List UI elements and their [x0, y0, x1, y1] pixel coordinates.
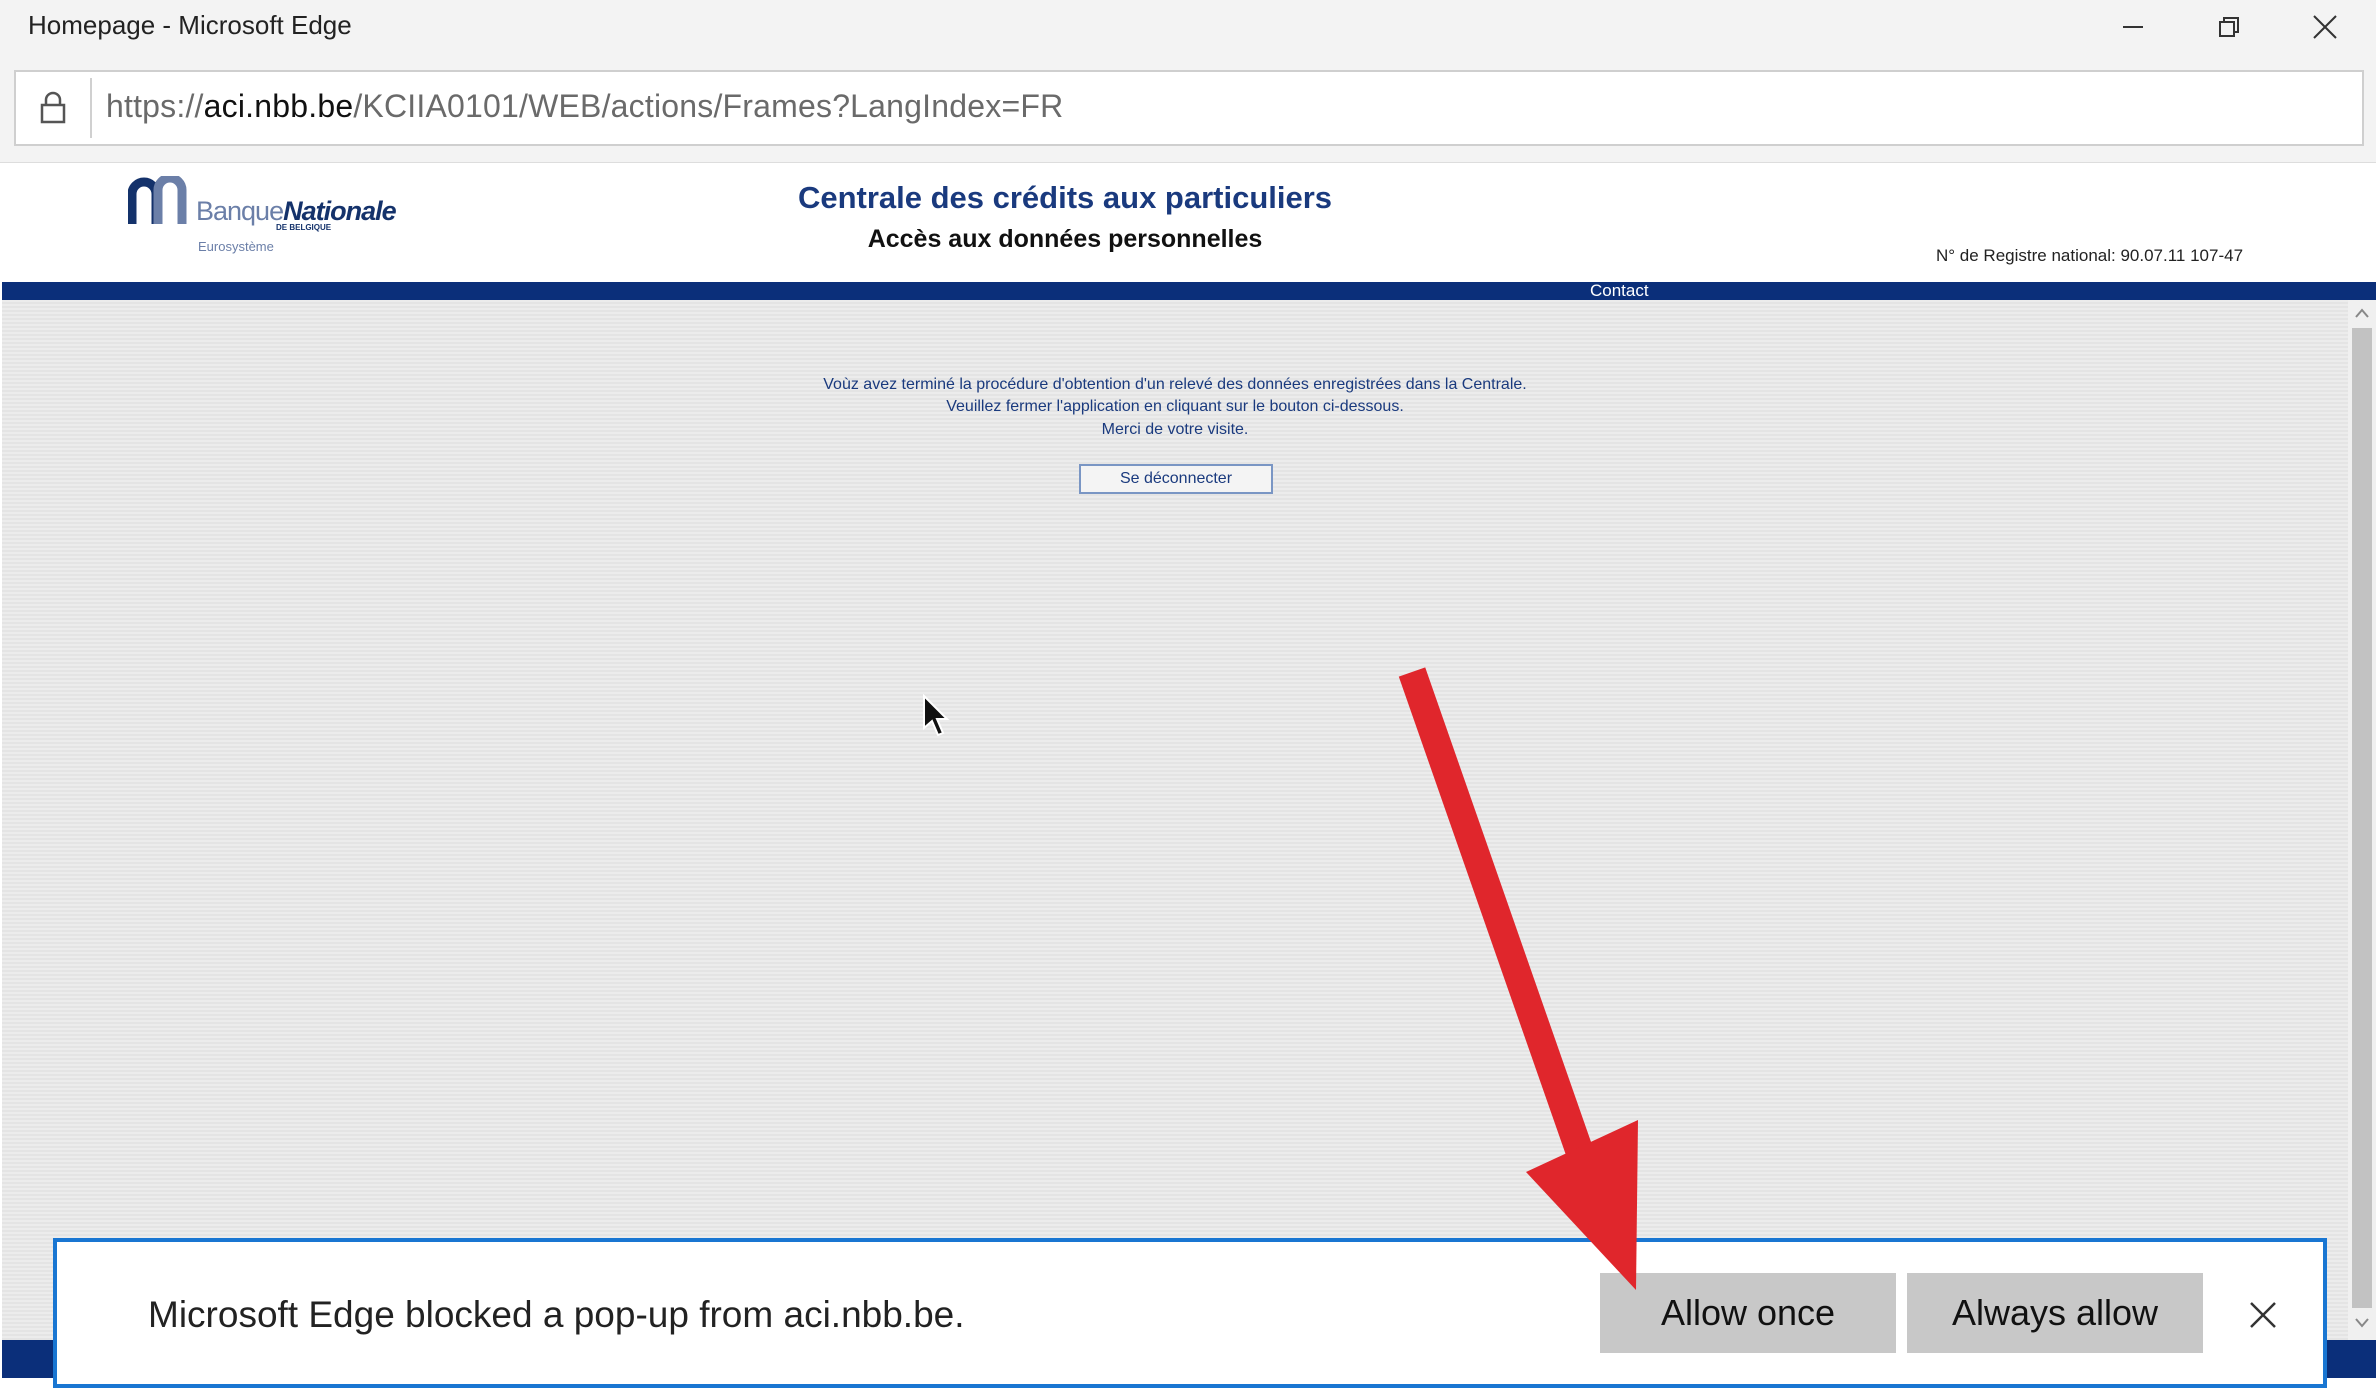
url-path: /KCIIA0101/WEB/actions/Frames?LangIndex=…	[353, 88, 1064, 124]
scroll-down-icon[interactable]	[2354, 1316, 2370, 1334]
mouse-cursor-icon	[922, 693, 950, 743]
lock-icon	[40, 91, 66, 124]
content-area	[2, 300, 2348, 1340]
popup-blocked-message: Microsoft Edge blocked a pop-up from aci…	[148, 1294, 965, 1335]
minimize-button[interactable]	[2086, 0, 2180, 54]
nbb-logo-icon	[127, 173, 194, 231]
message-line-1: Voùz avez terminé la procédure d'obtenti…	[823, 376, 1527, 393]
url-host: aci.nbb.be	[203, 88, 354, 124]
minimize-icon	[2123, 26, 2143, 28]
contact-link[interactable]: Contact	[1590, 281, 1649, 301]
url-scheme: https://	[106, 88, 204, 124]
message-line-2: Veuillez fermer l'application en cliquan…	[946, 398, 1404, 415]
title-bar	[0, 0, 2376, 54]
close-window-button[interactable]	[2278, 0, 2372, 54]
restore-button[interactable]	[2182, 0, 2276, 54]
scrollbar-thumb[interactable]	[2352, 328, 2372, 1308]
allow-once-button[interactable]: Allow once	[1600, 1273, 1896, 1353]
page-subtitle: Accès aux données personnelles	[867, 225, 1263, 253]
message-line-3: Merci de votre visite.	[1101, 421, 1249, 438]
nav-bar	[2, 282, 2376, 300]
registre-national: N° de Registre national: 90.07.11 107-47	[1936, 246, 2244, 265]
restore-icon	[2219, 17, 2239, 37]
footer-bar-fragment	[2326, 1340, 2376, 1378]
close-icon	[2313, 15, 2337, 39]
always-allow-button[interactable]: Always allow	[1907, 1273, 2203, 1353]
scroll-up-icon[interactable]	[2354, 306, 2370, 324]
logout-button[interactable]: Se déconnecter	[1079, 464, 1273, 494]
page-title: Centrale des crédits aux particuliers	[797, 180, 1333, 215]
url-text[interactable]: https://aci.nbb.be/KCIIA0101/WEB/actions…	[106, 88, 1063, 125]
close-icon	[2250, 1302, 2276, 1328]
nbb-logo-sub: DE BELGIQUE	[276, 223, 332, 232]
footer-bar-fragment	[2, 1340, 58, 1378]
address-separator	[90, 78, 92, 138]
window-title: Homepage - Microsoft Edge	[28, 10, 352, 40]
nbb-logo-eurosystem: Eurosystème	[198, 239, 274, 254]
site-info-button[interactable]	[14, 70, 92, 146]
popup-close-button[interactable]	[2238, 1290, 2288, 1340]
